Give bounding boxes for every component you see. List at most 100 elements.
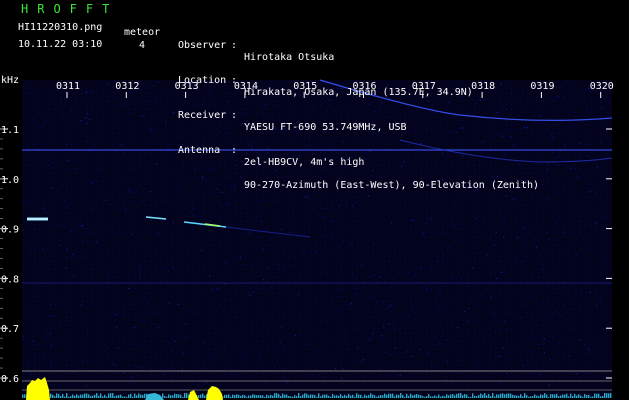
level-bar bbox=[524, 393, 526, 398]
info-value: 90-270-Azimuth (East-West), 90-Elevation… bbox=[244, 180, 540, 191]
level-bar bbox=[50, 393, 52, 398]
level-bar bbox=[142, 394, 144, 398]
level-bar bbox=[516, 395, 518, 398]
level-bar bbox=[236, 394, 238, 398]
level-bar bbox=[560, 395, 562, 398]
level-bar bbox=[312, 394, 314, 398]
level-bar bbox=[258, 395, 260, 398]
level-bar bbox=[256, 395, 258, 398]
level-bar bbox=[118, 395, 120, 398]
level-bar bbox=[204, 395, 206, 398]
level-bar bbox=[594, 393, 596, 398]
y-tick-label: 1.0 bbox=[1, 175, 19, 186]
level-bar bbox=[120, 394, 122, 398]
level-bar bbox=[102, 396, 104, 398]
level-bar bbox=[402, 395, 404, 398]
level-bar bbox=[70, 396, 72, 398]
level-bar bbox=[232, 394, 234, 398]
level-bar bbox=[98, 395, 100, 398]
level-bar bbox=[450, 394, 452, 398]
level-bar bbox=[364, 394, 366, 398]
level-bar bbox=[334, 395, 336, 398]
level-bar bbox=[572, 396, 574, 398]
level-bar bbox=[306, 393, 308, 398]
x-tick-label: 0319 bbox=[530, 81, 554, 92]
y-tick-label: 0.6 bbox=[1, 374, 19, 385]
level-bar bbox=[376, 396, 378, 398]
level-bar bbox=[110, 393, 112, 398]
level-bar bbox=[252, 394, 254, 398]
level-bar bbox=[522, 396, 524, 398]
level-bar bbox=[134, 393, 136, 398]
level-bar bbox=[458, 393, 460, 398]
level-bar bbox=[234, 395, 236, 398]
level-bar bbox=[78, 395, 80, 398]
level-bar bbox=[130, 393, 132, 398]
level-bar bbox=[254, 394, 256, 398]
info-value: YAESU FT-690 53.749MHz, USB bbox=[244, 122, 407, 133]
level-bar bbox=[122, 396, 124, 398]
info-key: Receiver bbox=[178, 110, 227, 121]
level-bar bbox=[180, 394, 182, 398]
level-bar bbox=[462, 395, 464, 398]
level-bar bbox=[510, 393, 512, 398]
level-bar bbox=[478, 394, 480, 398]
level-bar bbox=[366, 395, 368, 398]
info-key: Location bbox=[178, 75, 227, 86]
level-bar bbox=[356, 393, 358, 398]
level-bar bbox=[132, 396, 134, 398]
level-bar bbox=[472, 393, 474, 398]
level-bar bbox=[90, 396, 92, 398]
info-row-antenna-2: 90-270-Azimuth (East-West), 90-Elevation… bbox=[178, 168, 539, 191]
level-bar bbox=[488, 394, 490, 398]
level-bar bbox=[100, 393, 102, 398]
level-bar bbox=[542, 394, 544, 398]
level-bar bbox=[22, 394, 24, 398]
level-bar bbox=[598, 393, 600, 398]
level-bar bbox=[340, 394, 342, 398]
level-bar bbox=[138, 393, 140, 398]
level-bar bbox=[302, 394, 304, 398]
info-row-receiver: Receiver: YAESU FT-690 53.749MHz, USB bbox=[178, 110, 407, 133]
level-bar bbox=[494, 396, 496, 398]
level-bar bbox=[56, 393, 58, 398]
level-bar bbox=[66, 393, 68, 398]
level-bar bbox=[248, 395, 250, 398]
level-bar bbox=[284, 394, 286, 398]
level-bar bbox=[460, 393, 462, 398]
level-bar bbox=[480, 393, 482, 398]
level-bar bbox=[184, 393, 186, 398]
level-bar bbox=[390, 393, 392, 398]
level-bar bbox=[438, 394, 440, 398]
level-bar bbox=[502, 393, 504, 398]
level-bar bbox=[404, 396, 406, 398]
level-bar bbox=[348, 393, 350, 398]
level-bar bbox=[432, 396, 434, 398]
level-bar bbox=[84, 393, 86, 398]
level-bar bbox=[398, 394, 400, 398]
level-bar bbox=[422, 396, 424, 398]
level-bar bbox=[370, 393, 372, 398]
level-bar bbox=[486, 395, 488, 398]
level-bar bbox=[408, 395, 410, 398]
level-bar bbox=[492, 393, 494, 398]
level-bar bbox=[80, 394, 82, 398]
level-bar bbox=[484, 393, 486, 398]
level-bar bbox=[482, 394, 484, 398]
info-row-observer: Observer: Hirotaka Otsuka bbox=[178, 40, 335, 63]
level-bar bbox=[170, 395, 172, 398]
level-bar bbox=[588, 394, 590, 398]
station-info: Observer: Hirotaka Otsuka Location: Hira… bbox=[178, 4, 539, 203]
level-bar bbox=[600, 396, 602, 398]
meteor-label: meteor bbox=[124, 27, 161, 38]
info-key: Observer bbox=[178, 40, 227, 51]
level-bar bbox=[512, 394, 514, 398]
level-bar bbox=[538, 395, 540, 398]
level-bar bbox=[174, 393, 176, 398]
level-bar bbox=[128, 394, 130, 398]
level-bar bbox=[410, 393, 412, 398]
level-bar bbox=[226, 394, 228, 398]
level-bar bbox=[554, 394, 556, 398]
level-bar bbox=[300, 396, 302, 398]
level-bar bbox=[328, 395, 330, 398]
